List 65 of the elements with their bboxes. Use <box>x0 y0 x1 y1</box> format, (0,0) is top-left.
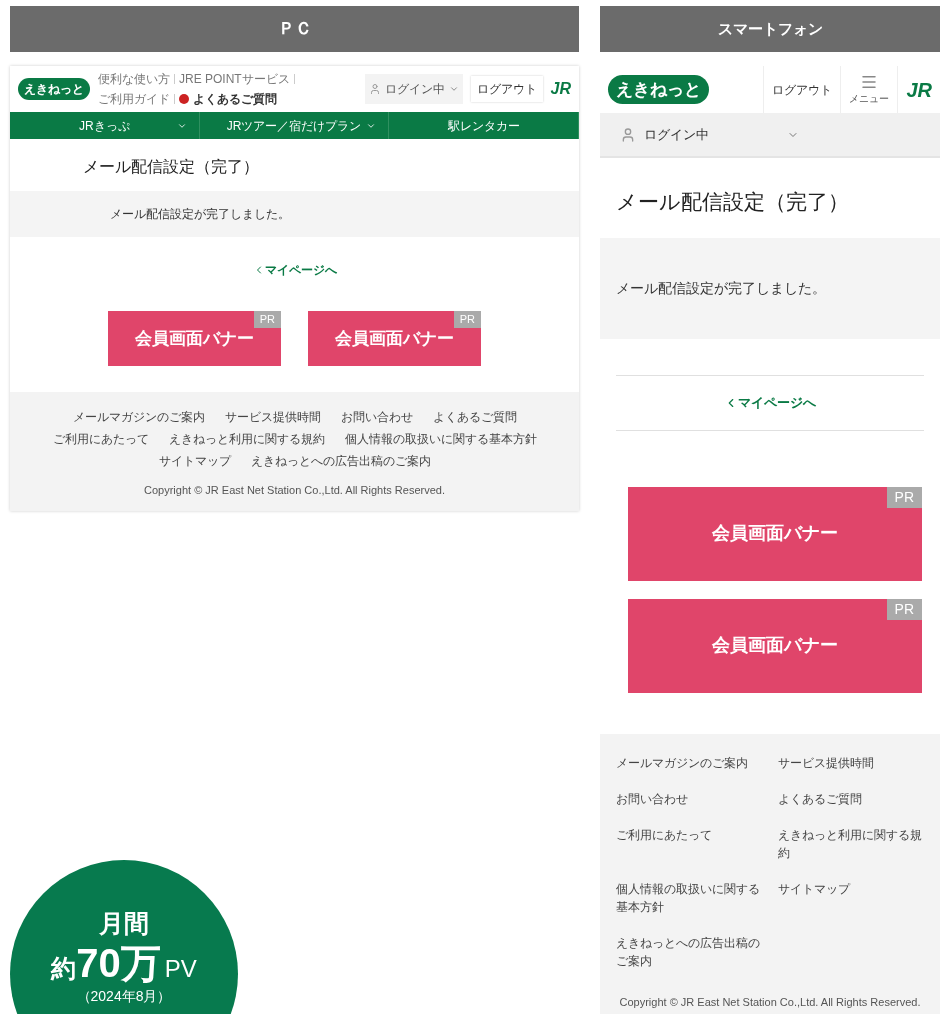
footer-link[interactable]: 個人情報の取扱いに関する基本方針 <box>616 880 762 916</box>
section-heading: スマートフォン <box>600 6 940 52</box>
footer-link[interactable]: お問い合わせ <box>616 790 762 808</box>
footer-link[interactable]: メールマガジンのご案内 <box>616 754 762 772</box>
section-heading: ＰＣ <box>10 6 579 52</box>
pr-badge: PR <box>453 311 481 328</box>
user-icon <box>620 126 636 143</box>
footer-link[interactable]: えきねっと利用に関する規約 <box>168 430 325 448</box>
nav-tab[interactable]: JRツアー／宿だけプラン <box>199 112 390 139</box>
footer-link[interactable]: サイトマップ <box>778 880 924 916</box>
footer-link[interactable]: えきねっとへの広告出稿のご案内 <box>250 452 431 470</box>
member-banner[interactable]: 会員画面バナー PR <box>628 598 922 693</box>
stat-period: （2024年8月） <box>76 987 172 1006</box>
nav-tab[interactable]: 駅レンタカー <box>389 112 579 139</box>
mypage-link[interactable]: マイページへ <box>724 392 816 413</box>
copyright: Copyright © JR East Net Station Co.,Ltd. All Rights Reserved. <box>618 995 922 1010</box>
member-banner[interactable]: 会員画面バナー PR <box>108 311 281 366</box>
footer-link[interactable]: えきねっとへの広告出稿のご案内 <box>616 934 762 970</box>
page-title: メール配信設定（完了） <box>615 189 850 215</box>
footer-link[interactable]: メールマガジンのご案内 <box>72 408 205 426</box>
banner-text: 会員画面バナー <box>712 522 838 545</box>
login-status: ログイン中 <box>644 125 710 144</box>
banner-text: 会員画面バナー <box>335 327 454 350</box>
footer-link[interactable]: 個人情報の取扱いに関する基本方針 <box>344 430 537 448</box>
pr-badge: PR <box>886 598 922 620</box>
site-logo[interactable]: えきねっと <box>608 74 709 105</box>
member-banner[interactable]: 会員画面バナー PR <box>628 486 922 581</box>
jr-logo[interactable]: JR <box>906 78 932 101</box>
footer-link[interactable]: サービス提供時間 <box>224 408 321 426</box>
mypage-link[interactable]: マイページへ <box>252 261 337 279</box>
jr-logo[interactable]: JR <box>550 77 571 101</box>
header-link[interactable]: JRE POINTサービス <box>179 70 290 88</box>
login-status: ログイン中 <box>384 81 445 98</box>
stat-prefix: 約 <box>51 953 77 985</box>
footer-link[interactable]: お問い合わせ <box>340 408 413 426</box>
user-icon <box>368 83 381 95</box>
login-status-bar[interactable]: ログイン中 <box>600 113 940 158</box>
login-status-bar[interactable]: ログイン中 <box>364 74 463 104</box>
menu-icon <box>860 73 879 91</box>
pr-badge: PR <box>253 311 281 328</box>
footer-link[interactable]: サイトマップ <box>158 452 231 470</box>
footer-link[interactable]: えきねっと利用に関する規約 <box>778 826 924 862</box>
header-link[interactable]: 便利な使い方 <box>98 70 170 88</box>
logout-button[interactable]: ログアウト <box>470 76 543 102</box>
page-title: メール配信設定（完了） <box>82 157 260 177</box>
banner-text: 会員画面バナー <box>135 327 254 350</box>
header-link[interactable]: ご利用ガイド <box>98 90 170 108</box>
banner-text: 会員画面バナー <box>712 634 838 657</box>
footer-link[interactable]: よくあるご質問 <box>778 790 924 808</box>
header-link[interactable]: よくあるご質問 <box>193 90 277 108</box>
footer-link[interactable]: ご利用にあたって <box>616 826 762 862</box>
pr-badge: PR <box>886 486 922 508</box>
message-panel: メール配信設定が完了しました。 <box>600 237 940 339</box>
message-panel: メール配信設定が完了しました。 <box>10 191 579 237</box>
footer-link[interactable]: ご利用にあたって <box>52 430 149 448</box>
footer-link[interactable]: サービス提供時間 <box>778 754 924 772</box>
nav-tab[interactable]: JRきっぷ <box>10 112 200 139</box>
copyright: Copyright © JR East Net Station Co.,Ltd. All Rights Reserved. <box>143 483 446 498</box>
stat-label: 月間 <box>99 908 149 939</box>
stat-number: 70万 <box>76 943 161 984</box>
member-banner[interactable]: 会員画面バナー PR <box>308 311 481 366</box>
site-logo[interactable]: えきねっと <box>18 78 90 100</box>
caret-icon <box>448 84 459 94</box>
footer-link[interactable]: よくあるご質問 <box>432 408 517 426</box>
stat-unit: PV <box>164 954 197 985</box>
